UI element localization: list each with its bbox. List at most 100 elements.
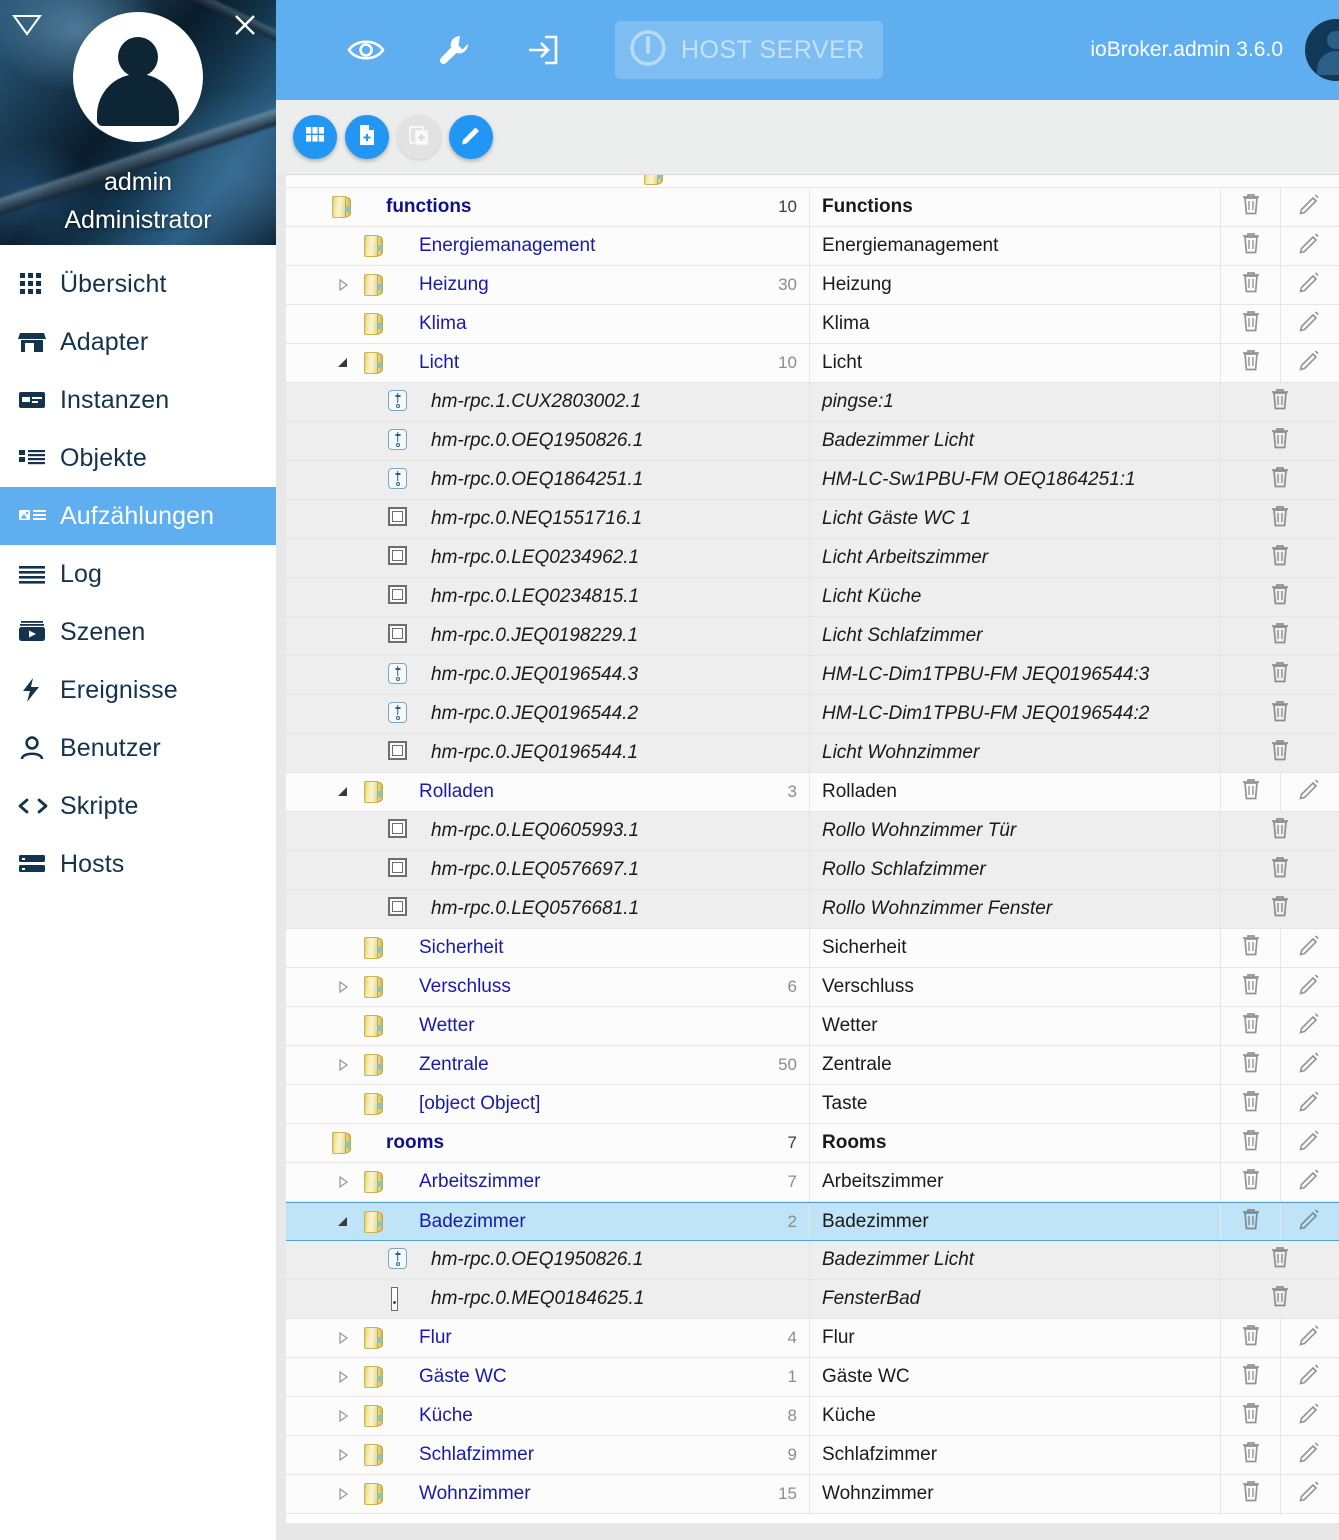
trash-icon[interactable] [1269, 387, 1291, 417]
table-row[interactable]: hm-rpc.0.OEQ1950826.1 Badezimmer Licht [286, 1241, 1339, 1280]
trash-icon[interactable] [1240, 348, 1262, 378]
tree-cell[interactable]: Heizung 30 [286, 266, 810, 304]
expand-arrow-icon[interactable] [334, 1407, 352, 1425]
tree-cell[interactable]: hm-rpc.0.LEQ0234962.1 [286, 539, 810, 577]
tree-cell[interactable]: Badezimmer 2 [286, 1203, 810, 1240]
pencil-icon[interactable] [1299, 1363, 1321, 1391]
sidebar-item-aufz-hlungen[interactable]: Aufzählungen [0, 487, 276, 545]
tree-cell[interactable]: hm-rpc.0.LEQ0234815.1 [286, 578, 810, 616]
tree-cell[interactable]: [object Object] [286, 1085, 810, 1123]
trash-icon[interactable] [1240, 1128, 1262, 1158]
table-row[interactable]: functions 10 Functions [286, 188, 1339, 227]
tree-cell[interactable]: hm-rpc.0.OEQ1950826.1 [286, 1241, 810, 1279]
trash-icon[interactable] [1240, 1089, 1262, 1119]
tree-cell[interactable]: Flur 4 [286, 1319, 810, 1357]
trash-icon[interactable] [1240, 1362, 1262, 1392]
tree-cell[interactable]: Klima [286, 305, 810, 343]
trash-icon[interactable] [1240, 1479, 1262, 1509]
pencil-icon[interactable] [1299, 1441, 1321, 1469]
eye-icon[interactable] [338, 22, 394, 78]
expand-arrow-icon[interactable] [334, 1485, 352, 1503]
sidebar-item-skripte[interactable]: Skripte [0, 777, 276, 835]
table-row[interactable]: hm-rpc.0.LEQ0576681.1 Rollo Wohnzimmer Fe… [286, 890, 1339, 929]
tree-cell[interactable]: hm-rpc.0.MEQ0184625.1 [286, 1280, 810, 1318]
tree-cell[interactable]: hm-rpc.0.LEQ0576681.1 [286, 890, 810, 928]
expand-arrow-icon[interactable] [334, 1329, 352, 1347]
tree-cell[interactable]: Rolladen 3 [286, 773, 810, 811]
pencil-icon[interactable] [1299, 1012, 1321, 1040]
trash-icon[interactable] [1269, 504, 1291, 534]
table-row[interactable]: hm-rpc.0.JEQ0196544.2 HM-LC-Dim1TPBU-FM J… [286, 695, 1339, 734]
table-row[interactable]: Sicherheit Sicherheit [286, 929, 1339, 968]
table-row[interactable]: Energiemanagement Energiemanagement [286, 227, 1339, 266]
trash-icon[interactable] [1240, 270, 1262, 300]
pencil-icon[interactable] [1299, 1168, 1321, 1196]
trash-icon[interactable] [1240, 1323, 1262, 1353]
table-row[interactable]: hm-rpc.0.JEQ0198229.1 Licht Schlafzimmer [286, 617, 1339, 656]
tree-cell[interactable]: hm-rpc.0.JEQ0196544.2 [286, 695, 810, 733]
table-row[interactable]: Flur 4 Flur [286, 1319, 1339, 1358]
sidebar-item-benutzer[interactable]: Benutzer [0, 719, 276, 777]
sidebar-item--bersicht[interactable]: Übersicht [0, 255, 276, 313]
table-row[interactable]: Rolladen 3 Rolladen [286, 773, 1339, 812]
tree-cell[interactable]: hm-rpc.0.JEQ0198229.1 [286, 617, 810, 655]
sidebar-item-log[interactable]: Log [0, 545, 276, 603]
tree-cell[interactable]: hm-rpc.1.CUX2803002.1 [286, 383, 810, 421]
table-row[interactable]: Badezimmer 2 Badezimmer [286, 1202, 1339, 1241]
tree-cell[interactable]: Licht 10 [286, 344, 810, 382]
table-row[interactable]: Verschluss 6 Verschluss [286, 968, 1339, 1007]
pencil-icon[interactable] [1299, 1090, 1321, 1118]
trash-icon[interactable] [1240, 1401, 1262, 1431]
tree-cell[interactable]: hm-rpc.0.NEQ1551716.1 [286, 500, 810, 538]
trash-icon[interactable] [1240, 192, 1262, 222]
tree-cell[interactable]: hm-rpc.0.LEQ0605993.1 [286, 812, 810, 850]
tree-cell[interactable]: Zentrale 50 [286, 1046, 810, 1084]
expand-arrow-icon[interactable] [334, 1056, 352, 1074]
trash-icon[interactable] [1240, 1050, 1262, 1080]
pencil-icon[interactable] [1299, 271, 1321, 299]
trash-icon[interactable] [1269, 738, 1291, 768]
trash-icon[interactable] [1240, 1011, 1262, 1041]
table-row[interactable]: Küche 8 Küche [286, 1397, 1339, 1436]
wrench-icon[interactable] [426, 22, 482, 78]
pencil-icon[interactable] [1299, 1208, 1321, 1236]
table-row[interactable]: Gäste WC 1 Gäste WC [286, 1358, 1339, 1397]
trash-icon[interactable] [1240, 1207, 1262, 1237]
sidebar-item-ereignisse[interactable]: Ereignisse [0, 661, 276, 719]
grid-view-button[interactable] [293, 115, 337, 159]
trash-icon[interactable] [1240, 1440, 1262, 1470]
tree-cell[interactable]: hm-rpc.0.OEQ1864251.1 [286, 461, 810, 499]
table-row[interactable]: Klima Klima [286, 305, 1339, 344]
sidebar-item-hosts[interactable]: Hosts [0, 835, 276, 893]
table-row[interactable]: hm-rpc.1.CUX2803002.1 pingse:1 [286, 383, 1339, 422]
table-row[interactable]: hm-rpc.0.MEQ0184625.1 FensterBad [286, 1280, 1339, 1319]
sidebar-item-instanzen[interactable]: Instanzen [0, 371, 276, 429]
avatar[interactable] [73, 12, 203, 142]
table-row[interactable]: Wohnzimmer 15 Wohnzimmer [286, 1475, 1339, 1514]
table-row[interactable]: hm-rpc.0.LEQ0605993.1 Rollo Wohnzimmer Tü… [286, 812, 1339, 851]
trash-icon[interactable] [1269, 894, 1291, 924]
tree-cell[interactable]: Schlafzimmer 9 [286, 1436, 810, 1474]
tree-cell[interactable]: hm-rpc.0.JEQ0196544.1 [286, 734, 810, 772]
trash-icon[interactable] [1269, 621, 1291, 651]
pencil-icon[interactable] [1299, 193, 1321, 221]
new-enum-button[interactable] [345, 115, 389, 159]
tree-cell[interactable]: hm-rpc.0.LEQ0576697.1 [286, 851, 810, 889]
collapse-arrow-icon[interactable] [334, 354, 352, 372]
trash-icon[interactable] [1269, 543, 1291, 573]
tree-cell[interactable]: Sicherheit [286, 929, 810, 967]
trash-icon[interactable] [1240, 933, 1262, 963]
login-arrow-icon[interactable] [514, 22, 570, 78]
tree-cell[interactable]: rooms 7 [286, 1124, 810, 1162]
pencil-icon[interactable] [1299, 973, 1321, 1001]
table-row[interactable]: Heizung 30 Heizung [286, 266, 1339, 305]
pencil-icon[interactable] [1299, 934, 1321, 962]
sidebar-item-adapter[interactable]: Adapter [0, 313, 276, 371]
table-row[interactable]: hm-rpc.0.OEQ1864251.1 HM-LC-Sw1PBU-FM OEQ… [286, 461, 1339, 500]
pencil-icon[interactable] [1299, 1324, 1321, 1352]
trash-icon[interactable] [1240, 777, 1262, 807]
table-row[interactable]: hm-rpc.0.OEQ1950826.1 Badezimmer Licht [286, 422, 1339, 461]
pencil-icon[interactable] [1299, 778, 1321, 806]
tree-cell[interactable]: Energiemanagement [286, 227, 810, 265]
table-row[interactable]: hm-rpc.0.LEQ0234815.1 Licht Küche [286, 578, 1339, 617]
